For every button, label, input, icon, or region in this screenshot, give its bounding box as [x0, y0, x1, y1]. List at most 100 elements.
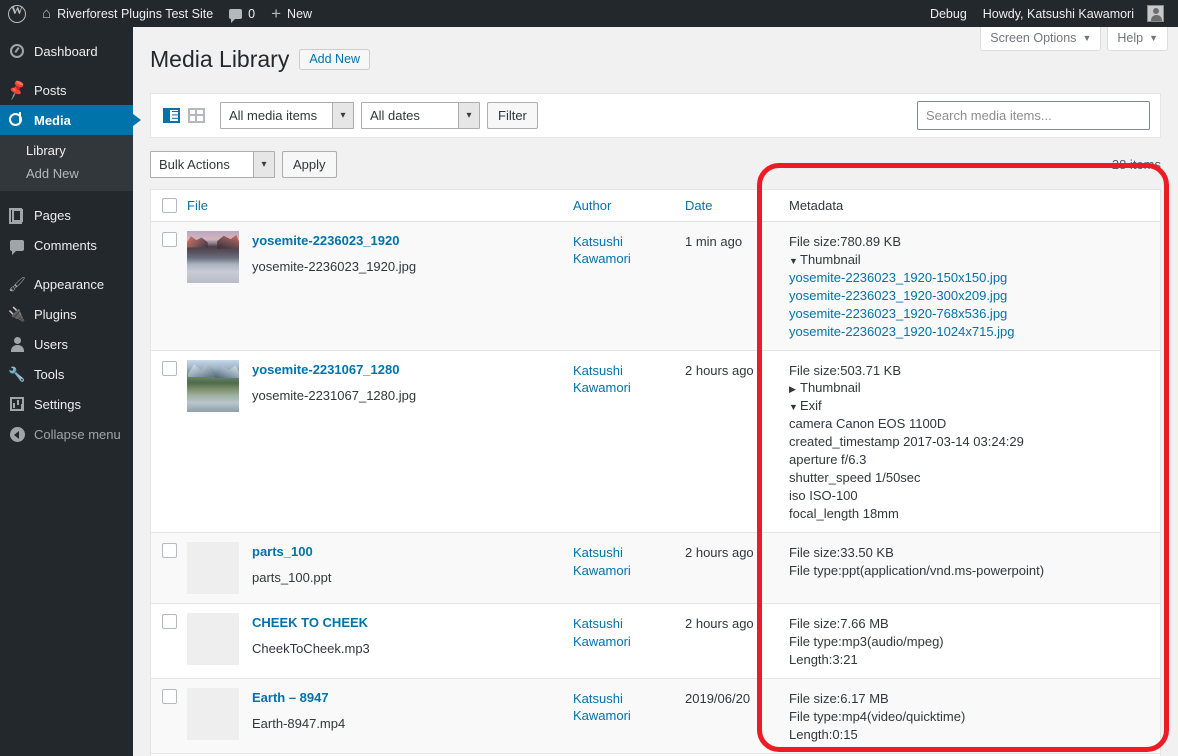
column-header-file[interactable]: File — [187, 198, 573, 213]
sidebar-item-tools[interactable]: 🔧 Tools — [0, 359, 133, 389]
date-value: 2 hours ago — [685, 615, 754, 631]
sidebar-item-users[interactable]: Users — [0, 329, 133, 359]
media-thumbnail[interactable] — [187, 359, 239, 412]
bulk-actions-select[interactable]: Bulk Actions ▾ — [150, 150, 275, 178]
row-checkbox[interactable] — [162, 231, 177, 247]
site-name-menu[interactable]: ⌂ Riverforest Plugins Test Site — [34, 0, 221, 27]
sidebar-item-collapse-menu[interactable]: Collapse menu — [0, 419, 133, 449]
my-account-menu[interactable]: Howdy, Katsushi Kawamori — [975, 0, 1172, 27]
sidebar-item-pages[interactable]: Pages — [0, 200, 133, 230]
site-name-label: Riverforest Plugins Test Site — [57, 6, 214, 21]
sidebar-item-appearance[interactable]: 🖌 Appearance — [0, 269, 133, 299]
author-link[interactable]: Katsushi Kawamori — [573, 234, 631, 267]
metadata-toggle-label: Thumbnail — [800, 251, 861, 267]
sidebar-item-library[interactable]: Library — [0, 139, 133, 162]
table-row[interactable]: yosemite-2236023_1920 yosemite-2236023_19… — [151, 221, 1160, 351]
screen-options-button[interactable]: Screen Options ▼ — [980, 27, 1102, 51]
list-view-icon[interactable] — [161, 105, 181, 125]
metadata-size-link[interactable]: yosemite-2236023_1920-768x536.jpg — [789, 305, 1150, 323]
sidebar-item-plugins[interactable]: 🔌 Plugins — [0, 299, 133, 329]
metadata-line: created_timestamp 2017-03-14 03:24:29 — [789, 434, 1024, 450]
media-title-link[interactable]: parts_100 — [252, 543, 332, 561]
author-link[interactable]: Katsushi Kawamori — [573, 363, 631, 396]
sidebar-item-label: Settings — [34, 396, 81, 412]
comments-bubble-menu[interactable]: 0 — [221, 0, 263, 27]
date-cell: 1 min ago — [685, 222, 777, 350]
metadata-size-link[interactable]: yosemite-2236023_1920-1024x715.jpg — [789, 323, 1150, 341]
comments-count: 0 — [248, 6, 256, 21]
sidebar-item-posts[interactable]: 📌 Posts — [0, 75, 133, 105]
media-thumbnail[interactable] — [187, 541, 239, 594]
screen-meta-links: Screen Options ▼ Help ▼ — [980, 27, 1168, 51]
author-link[interactable]: Katsushi Kawamori — [573, 691, 631, 724]
column-header-date[interactable]: Date — [685, 198, 777, 213]
debug-menu[interactable]: Debug — [922, 0, 975, 27]
metadata-line: File size:33.50 KB — [789, 544, 894, 560]
sidebar-item-media[interactable]: Media — [0, 105, 141, 135]
filter-button[interactable]: Filter — [487, 101, 538, 129]
metadata-size-link[interactable]: yosemite-2236023_1920-150x150.jpg — [789, 269, 1150, 287]
sidebar-item-label: Users — [34, 336, 68, 352]
sidebar-item-add-new[interactable]: Add New — [0, 162, 133, 185]
bulk-actions-bar: Bulk Actions ▾ Apply 28 items — [150, 150, 1161, 179]
pages-icon — [8, 206, 26, 224]
metadata-size-link[interactable]: yosemite-2236023_1920-300x209.jpg — [789, 287, 1150, 305]
apply-button[interactable]: Apply — [282, 150, 337, 178]
media-thumbnail[interactable] — [187, 687, 239, 740]
items-count-label: 28 items — [1111, 156, 1161, 172]
metadata-toggle[interactable]: ▼ Exif — [789, 397, 1150, 415]
sidebar-item-settings[interactable]: Settings — [0, 389, 133, 419]
metadata-toggle[interactable]: ▶ Thumbnail — [789, 379, 1150, 397]
table-row[interactable]: yosemite-2231067_1280 yosemite-2231067_12… — [151, 350, 1160, 533]
sidebar-item-comments[interactable]: Comments — [0, 230, 133, 260]
date-value: 2019/06/20 — [685, 690, 751, 706]
table-row[interactable]: parts_100 parts_100.ppt Katsushi Kawamori 2… — [151, 532, 1160, 604]
new-content-menu[interactable]: + New — [263, 0, 320, 27]
sidebar-item-dashboard[interactable]: Dashboard — [0, 36, 133, 66]
help-button[interactable]: Help ▼ — [1107, 27, 1168, 51]
media-thumbnail[interactable]: ♫ — [187, 612, 239, 665]
date-cell: 2019/06/20 — [685, 679, 777, 753]
metadata-line: File size:6.17 MB — [789, 690, 889, 706]
row-checkbox[interactable] — [162, 613, 177, 629]
wordpress-logo-menu[interactable] — [0, 0, 34, 27]
add-new-button[interactable]: Add New — [299, 49, 371, 71]
metadata-line: Length:0:15 — [789, 726, 858, 742]
select-all-checkbox-cell — [151, 197, 187, 213]
table-row[interactable]: Earth – 8947 Earth-8947.mp4 Katsushi Kawam… — [151, 678, 1160, 754]
media-filename: CheekToCheek.mp3 — [252, 641, 370, 657]
metadata-line: File type:mp3(audio/mpeg) — [789, 633, 944, 649]
table-header-row: File Author Date Metadata — [151, 189, 1160, 222]
media-filename: Earth-8947.mp4 — [252, 715, 346, 731]
media-type-filter-value: All media items — [229, 107, 318, 123]
metadata-line: File size:780.89 KB — [789, 233, 902, 249]
media-title-link[interactable]: CHEEK TO CHEEK — [252, 614, 370, 632]
home-icon: ⌂ — [42, 5, 52, 22]
author-link[interactable]: Katsushi Kawamori — [573, 616, 631, 649]
row-checkbox-cell — [151, 351, 187, 532]
comment-bubble-icon — [229, 8, 243, 23]
metadata-cell: File size:780.89 KB ▼ Thumbnail yosemite-22… — [777, 222, 1160, 350]
row-checkbox[interactable] — [162, 542, 177, 558]
media-thumbnail[interactable] — [187, 230, 239, 283]
metadata-line: File type:mp4(video/quicktime) — [789, 708, 966, 724]
media-title-link[interactable]: Earth – 8947 — [252, 689, 345, 707]
media-title-link[interactable]: yosemite-2231067_1280 — [252, 361, 416, 379]
table-row[interactable]: ♫ CHEEK TO CHEEK CheekToCheek.mp3 Katsushi … — [151, 603, 1160, 679]
date-filter-select[interactable]: All dates ▾ — [361, 101, 480, 129]
row-checkbox[interactable] — [162, 360, 177, 376]
file-names: yosemite-2236023_1920 yosemite-2236023_19… — [252, 231, 416, 341]
row-checkbox[interactable] — [162, 688, 177, 704]
grid-view-icon[interactable] — [186, 105, 206, 125]
media-type-filter-select[interactable]: All media items ▾ — [220, 101, 354, 129]
metadata-toggle[interactable]: ▼ Thumbnail — [789, 251, 1150, 269]
column-header-author[interactable]: Author — [573, 198, 685, 213]
metadata-toggle-label: Exif — [800, 398, 822, 414]
author-link[interactable]: Katsushi Kawamori — [573, 545, 631, 578]
file-names: parts_100 parts_100.ppt — [252, 542, 332, 594]
search-input[interactable]: Search media items... — [917, 100, 1150, 130]
media-title-link[interactable]: yosemite-2236023_1920 — [252, 232, 416, 250]
select-all-checkbox[interactable] — [162, 197, 177, 213]
users-icon — [8, 335, 26, 353]
file-names: Earth – 8947 Earth-8947.mp4 — [252, 688, 345, 744]
